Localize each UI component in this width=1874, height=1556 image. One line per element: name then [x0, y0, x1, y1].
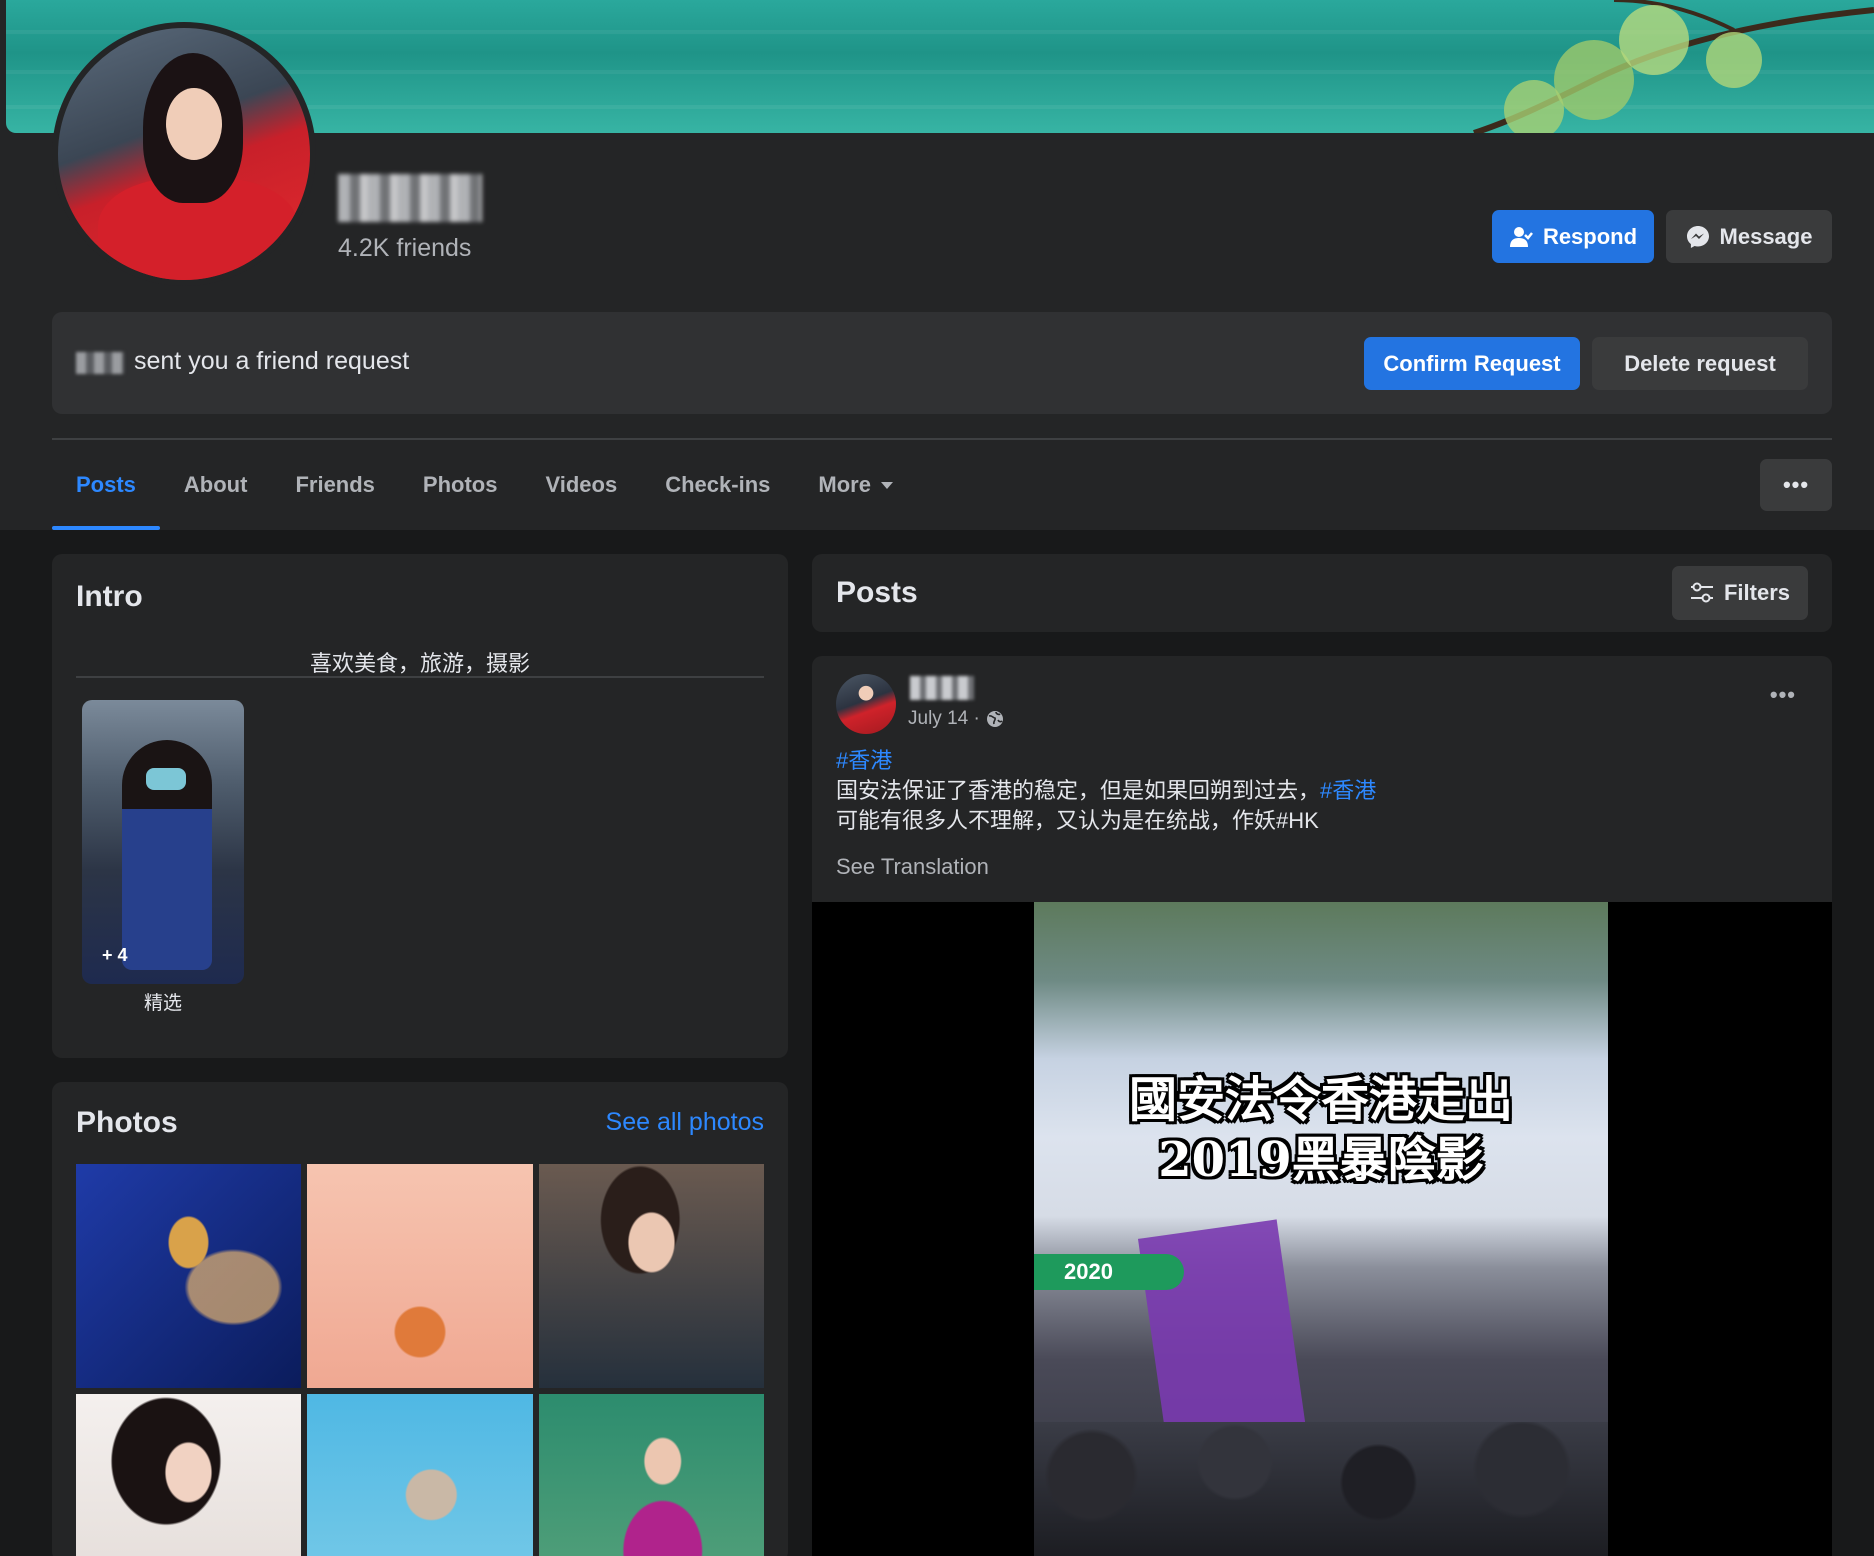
- post-text-line: 可能有很多人不理解，又认为是在统战，作妖#HK: [836, 808, 1319, 833]
- post-author-avatar[interactable]: [836, 674, 896, 734]
- hashtag-link[interactable]: #香港: [1320, 778, 1376, 803]
- profile-more-options-button[interactable]: •••: [1760, 459, 1832, 511]
- profile-header: 4.2K friends Respond Message sent you a …: [0, 0, 1874, 530]
- intro-bio: 喜欢美食，旅游，摄影: [309, 651, 530, 676]
- photo-thumbnail[interactable]: [307, 1394, 533, 1556]
- photos-card: Photos See all photos: [52, 1082, 788, 1556]
- message-button[interactable]: Message: [1666, 210, 1832, 263]
- cover-tree-branch: [1473, 0, 1874, 133]
- video-frame: 國安法令香港走出 2019黑暴陰影 2020: [1034, 902, 1608, 1556]
- profile-tabs: Posts About Friends Photos Videos Check-…: [52, 440, 917, 530]
- tab-videos[interactable]: Videos: [521, 440, 641, 530]
- delete-request-button[interactable]: Delete request: [1592, 337, 1808, 390]
- video-caption: 國安法令香港走出 2019黑暴陰影: [1128, 1072, 1513, 1188]
- video-year-tag: 2020: [1034, 1254, 1184, 1290]
- featured-label[interactable]: 精选: [82, 988, 244, 1015]
- tab-check-ins[interactable]: Check-ins: [641, 440, 794, 530]
- post-author-name-redacted[interactable]: [910, 676, 974, 700]
- photo-thumbnail[interactable]: [538, 1394, 764, 1556]
- globe-icon: [986, 711, 1003, 727]
- hashtag-link[interactable]: #香港: [836, 748, 892, 773]
- see-translation-link[interactable]: See Translation: [836, 854, 989, 880]
- respond-label: Respond: [1542, 223, 1638, 249]
- photo-grid: [76, 1164, 764, 1556]
- tab-more[interactable]: More: [794, 440, 917, 530]
- respond-person-icon: [1509, 226, 1533, 247]
- tab-friends[interactable]: Friends: [271, 440, 398, 530]
- tab-posts[interactable]: Posts: [52, 440, 160, 530]
- photo-thumbnail[interactable]: [538, 1164, 764, 1388]
- post-text: #香港 国安法保证了香港的稳定，但是如果回朔到过去，#香港 可能有很多人不理解，…: [836, 746, 1376, 836]
- respond-button[interactable]: Respond: [1492, 210, 1654, 263]
- filters-button[interactable]: Filters: [1672, 566, 1808, 620]
- featured-collection-thumbnail[interactable]: + 4: [82, 700, 244, 984]
- intro-title: Intro: [76, 580, 143, 613]
- photo-thumbnail[interactable]: [76, 1164, 302, 1388]
- friend-request-text: sent you a friend request: [134, 347, 410, 375]
- post-card: July 14 · ••• #香港 国安法保证了香港的稳定，但是如果回朔到过去，…: [812, 656, 1832, 1556]
- tab-photos[interactable]: Photos: [399, 440, 522, 530]
- video-crowd: [1034, 1422, 1608, 1556]
- post-video[interactable]: 國安法令香港走出 2019黑暴陰影 2020: [812, 902, 1832, 1556]
- post-text-line: 国安法保证了香港的稳定，但是如果回朔到过去，: [836, 778, 1321, 803]
- see-all-photos-link[interactable]: See all photos: [606, 1108, 764, 1137]
- post-date[interactable]: July 14 ·: [908, 708, 980, 730]
- profile-name-redacted: [338, 174, 482, 222]
- filters-label: Filters: [1723, 580, 1791, 605]
- photo-thumbnail[interactable]: [307, 1164, 533, 1388]
- message-label: Message: [1719, 223, 1813, 249]
- intro-card: Intro 喜欢美食，旅游，摄影 + 4 精选: [52, 554, 788, 1058]
- messenger-icon: [1686, 225, 1709, 248]
- featured-count: + 4: [102, 945, 128, 965]
- posts-header-card: Posts Filters: [812, 554, 1832, 632]
- photos-title: Photos: [76, 1106, 178, 1139]
- confirm-request-button[interactable]: Confirm Request: [1364, 337, 1580, 390]
- tab-about[interactable]: About: [160, 440, 272, 530]
- posts-title: Posts: [836, 576, 918, 609]
- intro-divider: [76, 676, 764, 678]
- post-meta: July 14 ·: [908, 708, 1004, 730]
- post-options-button[interactable]: •••: [1770, 682, 1796, 708]
- photo-thumbnail[interactable]: [76, 1394, 302, 1556]
- filters-icon: [1690, 582, 1713, 603]
- friends-count[interactable]: 4.2K friends: [338, 234, 471, 263]
- caret-down-icon: [880, 481, 893, 489]
- profile-avatar[interactable]: [52, 22, 316, 286]
- requester-name-redacted: [76, 352, 124, 374]
